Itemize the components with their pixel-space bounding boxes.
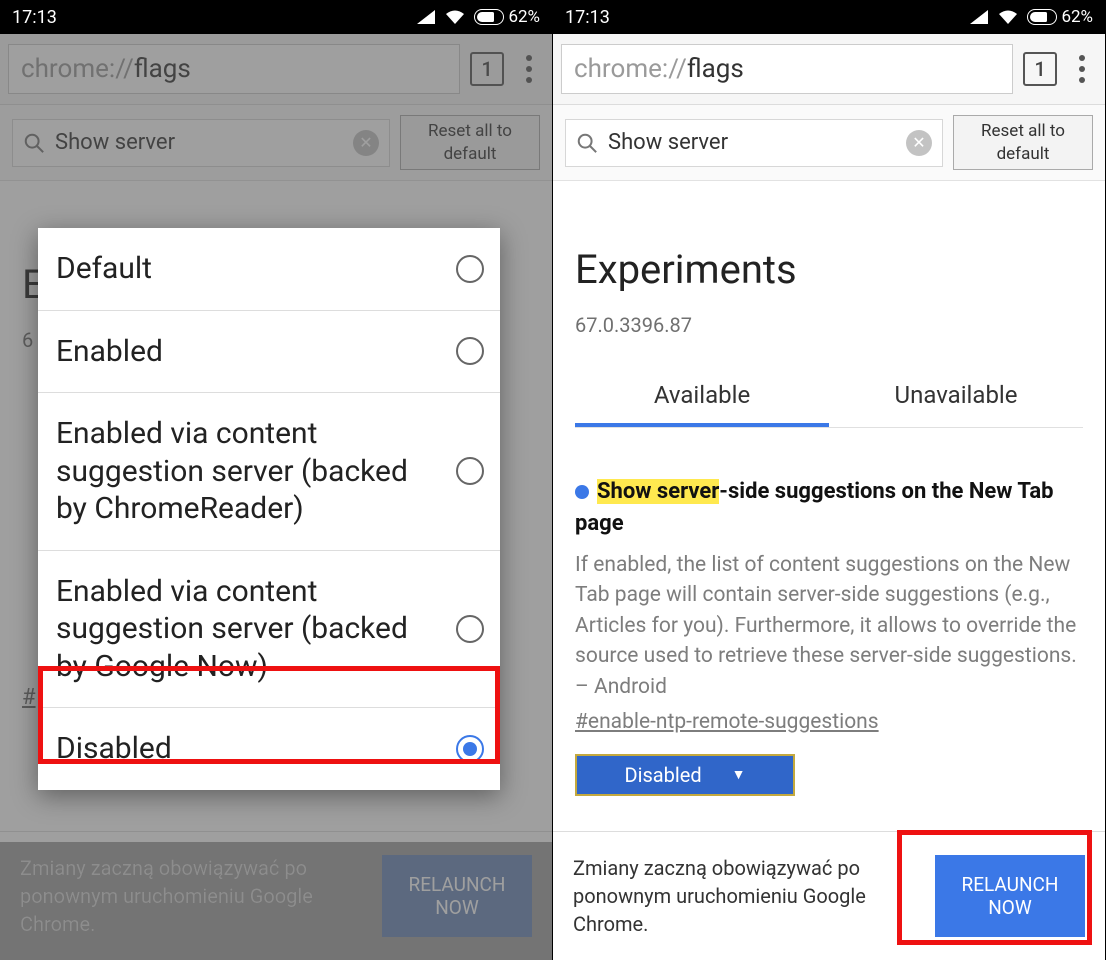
battery-icon — [1027, 9, 1057, 25]
radio-icon — [456, 255, 484, 283]
android-statusbar: 17:13 62% — [553, 0, 1105, 34]
status-time: 17:13 — [565, 7, 610, 28]
clear-search-icon[interactable]: ✕ — [906, 130, 932, 156]
flag-description: If enabled, the list of content suggesti… — [575, 550, 1083, 702]
search-icon — [576, 132, 598, 154]
url-path: flags — [687, 54, 744, 84]
flag-hash-link[interactable]: #enable-ntp-remote-suggestions — [575, 710, 1083, 734]
option-enabled-googlenow[interactable]: Enabled via content suggestion server (b… — [38, 551, 500, 709]
flags-search-row: Show server ✕ Reset all to default — [553, 105, 1105, 181]
flag-item: Show server-side suggestions on the New … — [575, 476, 1083, 796]
screenshot-left: 17:13 62% chrome://flags 1 Show ser — [0, 0, 553, 960]
modified-dot-icon — [575, 485, 589, 499]
relaunch-footer: Zmiany zaczną obowiązywać po ponownym ur… — [553, 831, 1105, 960]
android-statusbar: 17:13 62% — [0, 0, 552, 34]
flag-state-select[interactable]: Disabled ▼ — [575, 754, 795, 796]
reset-all-button[interactable]: Reset all to default — [953, 115, 1093, 170]
relaunch-message: Zmiany zaczną obowiązywać po ponownym ur… — [573, 854, 921, 938]
signal-icon — [969, 9, 989, 25]
search-query: Show server — [608, 130, 728, 155]
tab-unavailable[interactable]: Unavailable — [829, 367, 1083, 427]
option-default[interactable]: Default — [38, 228, 500, 311]
option-disabled[interactable]: Disabled — [38, 708, 500, 790]
battery-icon — [474, 9, 504, 25]
option-enabled-chromereader[interactable]: Enabled via content suggestion server (b… — [38, 393, 500, 551]
page-content: Experiments 67.0.3396.87 Available Unava… — [553, 181, 1105, 901]
relaunch-button[interactable]: RELAUNCH NOW — [935, 855, 1085, 937]
flag-title: Show server-side suggestions on the New … — [575, 476, 1083, 540]
wifi-icon — [444, 9, 466, 25]
tab-available[interactable]: Available — [575, 367, 829, 427]
screenshot-right: 17:13 62% chrome://flags 1 Show ser — [553, 0, 1106, 960]
chrome-toolbar: chrome://flags 1 — [553, 34, 1105, 105]
flags-search-input[interactable]: Show server ✕ — [565, 119, 943, 167]
wifi-icon — [997, 9, 1019, 25]
battery-percent: 62% — [1061, 7, 1093, 27]
url-scheme: chrome:// — [574, 54, 687, 84]
chrome-version: 67.0.3396.87 — [575, 313, 1083, 337]
experiments-tabs: Available Unavailable — [575, 367, 1083, 428]
radio-icon-selected — [456, 735, 484, 763]
signal-icon — [416, 9, 436, 25]
status-icons: 62% — [969, 7, 1093, 27]
status-time: 17:13 — [12, 7, 57, 28]
radio-icon — [456, 457, 484, 485]
option-enabled[interactable]: Enabled — [38, 311, 500, 394]
tab-switcher-button[interactable]: 1 — [1023, 52, 1057, 86]
radio-icon — [456, 337, 484, 365]
battery-percent: 62% — [508, 7, 540, 27]
radio-icon — [456, 615, 484, 643]
select-options-popup: Default Enabled Enabled via content sugg… — [38, 228, 500, 790]
search-highlight: Show server — [597, 479, 719, 504]
status-icons: 62% — [416, 7, 540, 27]
experiments-heading: Experiments — [575, 246, 1083, 293]
dropdown-arrow-icon: ▼ — [732, 766, 746, 783]
more-menu-icon[interactable] — [1067, 55, 1097, 83]
url-bar[interactable]: chrome://flags — [561, 44, 1013, 94]
